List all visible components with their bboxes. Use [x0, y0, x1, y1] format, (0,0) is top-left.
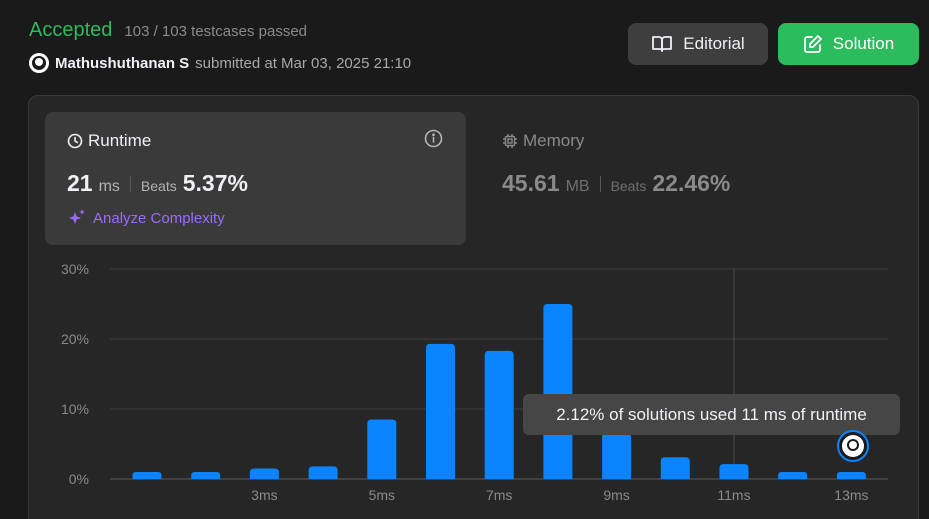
chart-bar — [367, 419, 397, 479]
chart-bar — [778, 472, 808, 479]
chart-tooltip: 2.12% of solutions used 11 ms of runtime — [523, 394, 900, 435]
chart-bar — [249, 468, 279, 479]
x-tick-label: 7ms — [486, 487, 512, 503]
chart-bar — [602, 433, 632, 479]
chart-bar — [308, 466, 338, 479]
chart-bar — [719, 464, 749, 479]
chart-bar — [660, 457, 690, 479]
chart-bar — [484, 350, 514, 479]
y-tick-label: 20% — [61, 331, 89, 347]
x-tick-label: 5ms — [369, 487, 395, 503]
chart-bar — [836, 472, 866, 479]
x-tick-label: 13ms — [834, 487, 868, 503]
user-position-avatar[interactable] — [837, 430, 869, 462]
y-tick-label: 0% — [69, 471, 89, 487]
chart-bar — [191, 472, 221, 479]
y-tick-label: 30% — [61, 261, 89, 277]
chart-bar — [543, 304, 573, 479]
x-tick-label: 3ms — [251, 487, 277, 503]
chart-bar — [426, 343, 455, 479]
runtime-distribution-chart[interactable]: 30% 20% 10% 0% 3ms 5ms 7ms 9ms 11ms 13ms — [0, 0, 929, 519]
submission-detail-page: Accepted 103 / 103 testcases passed Math… — [0, 0, 929, 519]
x-tick-label: 9ms — [603, 487, 629, 503]
chart-bar — [132, 472, 162, 479]
x-tick-label: 11ms — [717, 487, 750, 503]
y-tick-label: 10% — [61, 401, 89, 417]
